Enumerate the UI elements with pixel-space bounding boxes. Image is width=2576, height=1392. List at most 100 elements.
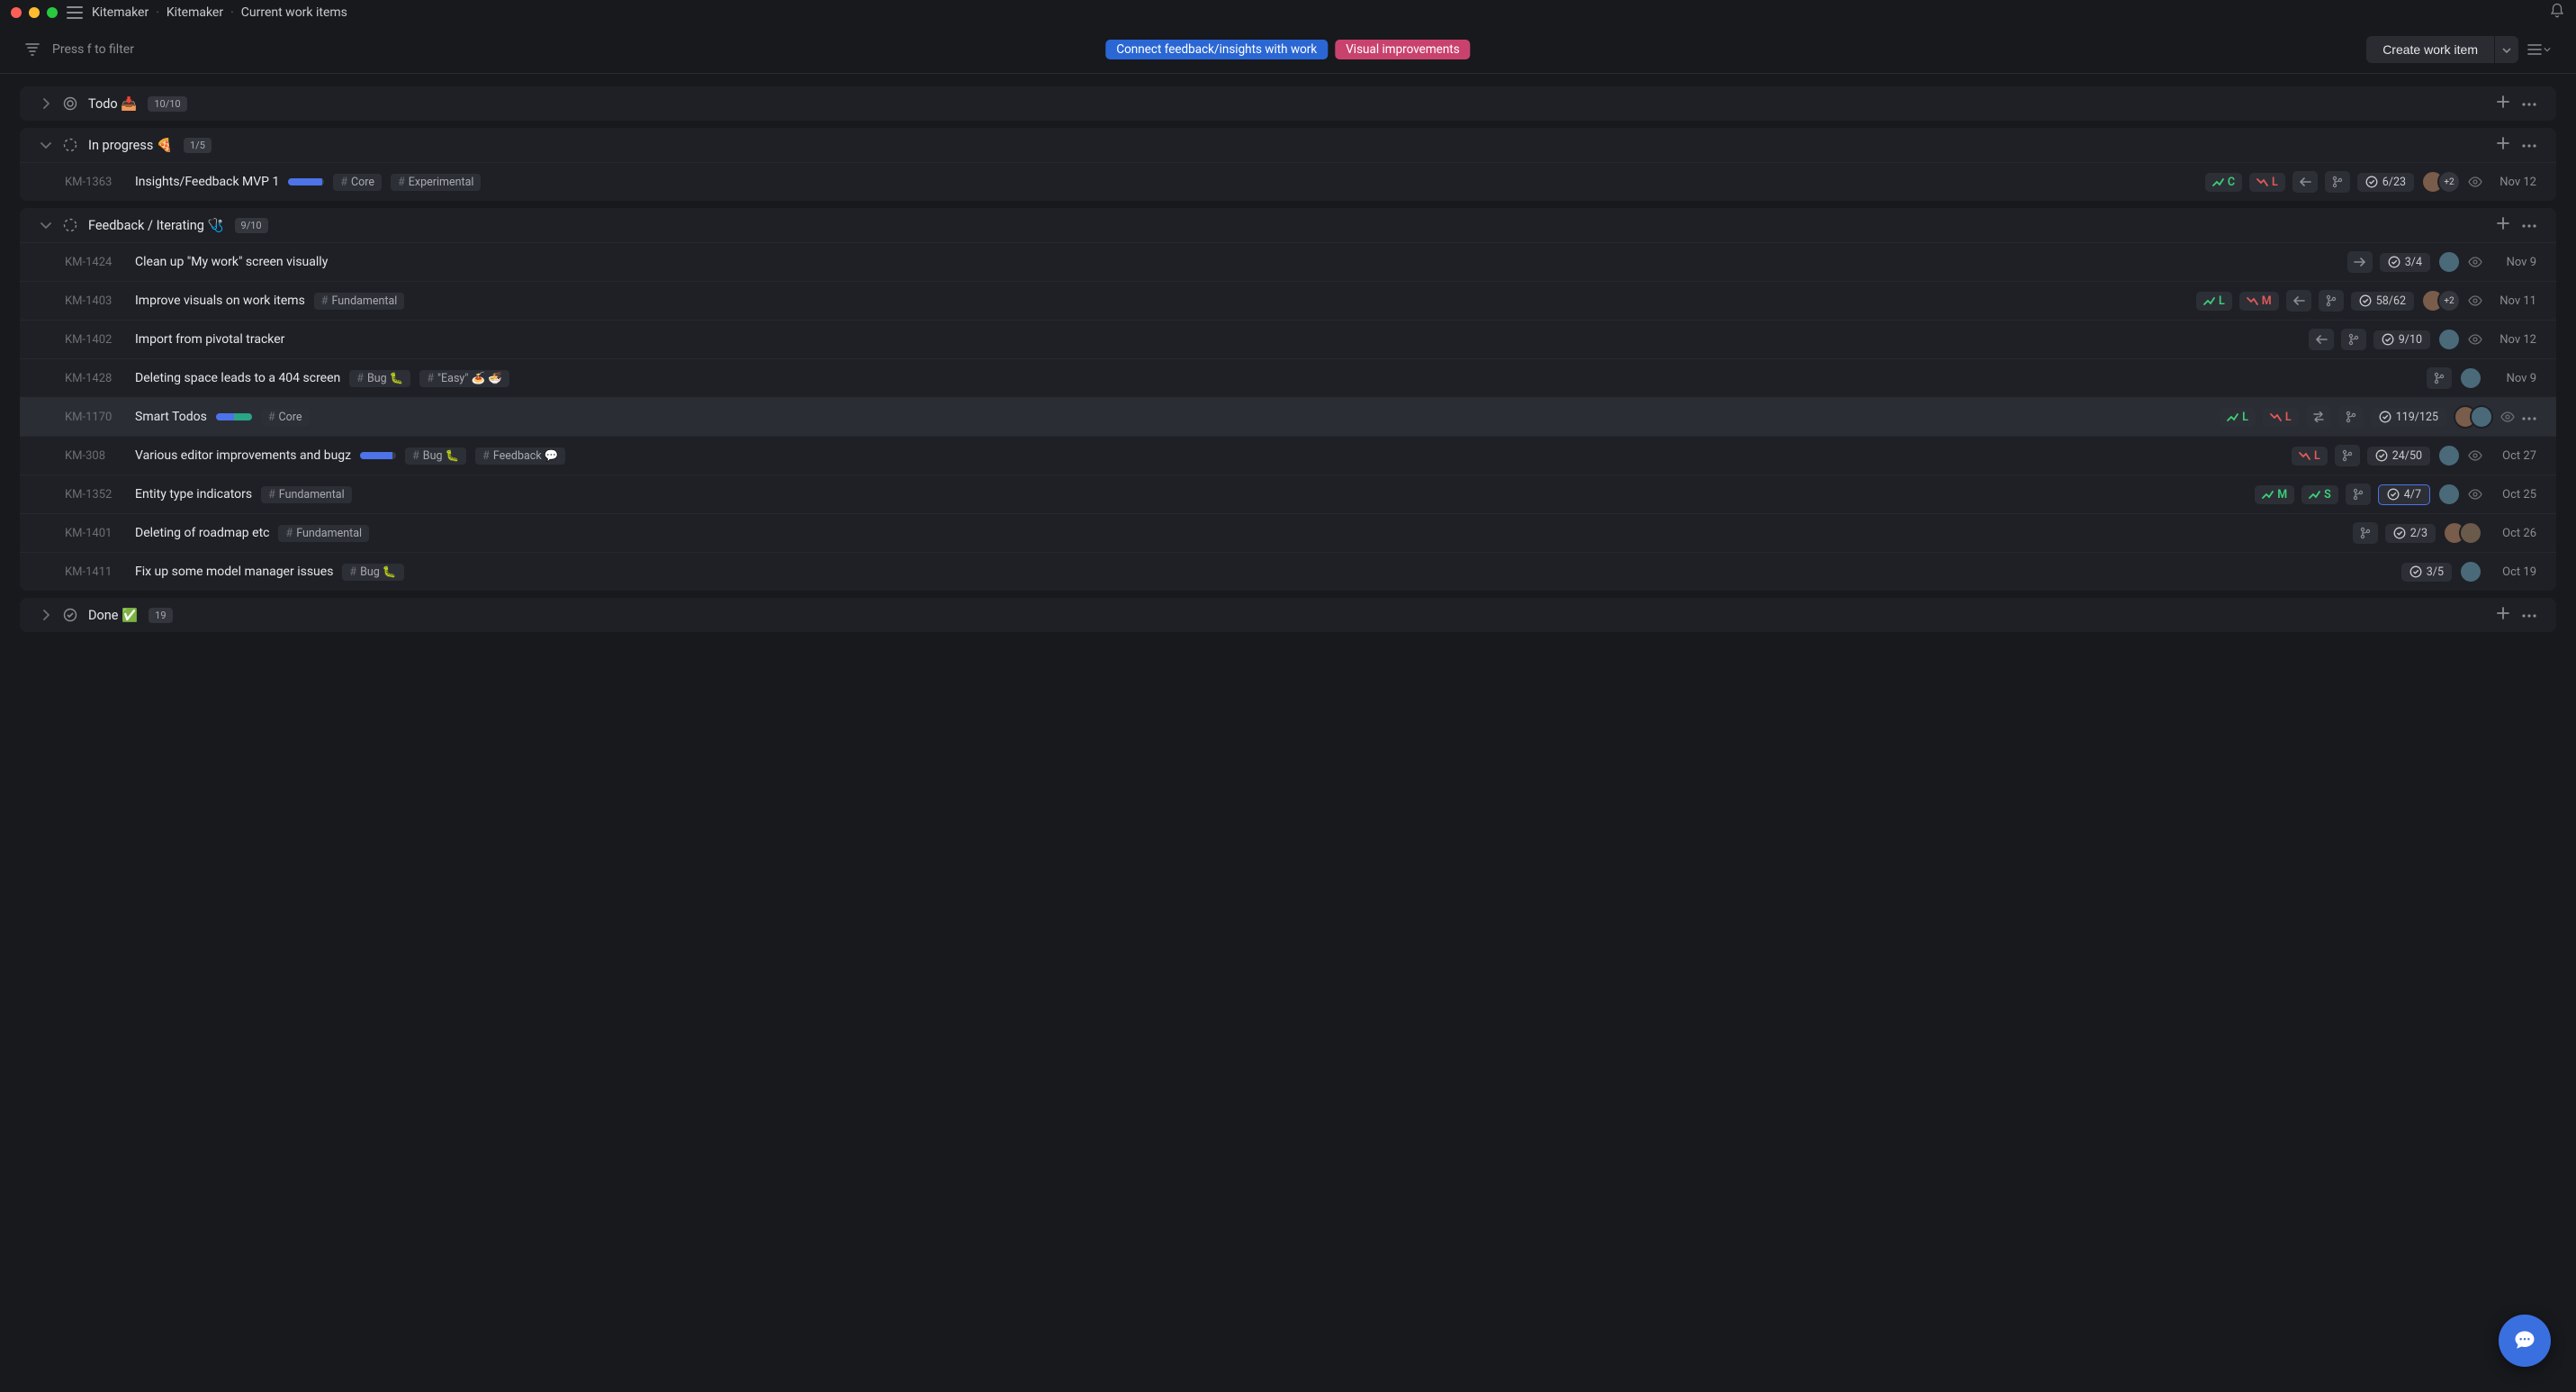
breadcrumb-item[interactable]: Current work items	[241, 5, 347, 20]
work-item-row[interactable]: KM-1402Import from pivotal tracker9/10No…	[20, 320, 2556, 358]
assignee-avatars[interactable]	[2437, 328, 2461, 351]
arrow-left-chip-icon[interactable]	[2292, 171, 2318, 193]
label-tag[interactable]: #Bug 🐛	[342, 564, 403, 581]
section-more-button[interactable]	[2522, 137, 2536, 153]
avatar[interactable]	[2437, 328, 2461, 351]
avatar[interactable]	[2459, 521, 2482, 545]
label-tag[interactable]: #Fundamental	[261, 486, 352, 503]
watch-icon[interactable]	[2468, 489, 2482, 500]
view-switcher-button[interactable]	[2527, 44, 2551, 55]
assignee-avatars[interactable]	[2459, 366, 2482, 390]
arrow-left-chip-icon[interactable]	[2309, 329, 2334, 350]
minimize-window-button[interactable]	[29, 7, 40, 18]
work-item-row[interactable]: KM-1363Insights/Feedback MVP 1#Core#Expe…	[20, 162, 2556, 201]
close-window-button[interactable]	[11, 7, 22, 18]
label-tag[interactable]: #Experimental	[391, 174, 481, 191]
impact-effort-chip[interactable]: M	[2239, 292, 2279, 311]
label-tag[interactable]: #Core	[261, 409, 310, 426]
assignee-avatars[interactable]	[2454, 405, 2493, 429]
work-item-row[interactable]: KM-1424Clean up "My work" screen visuall…	[20, 242, 2556, 281]
assignee-avatars[interactable]	[2459, 560, 2482, 583]
todo-count-chip[interactable]: 3/5	[2401, 563, 2452, 582]
work-item-row[interactable]: KM-1401Deleting of roadmap etc#Fundament…	[20, 513, 2556, 552]
section-header[interactable]: Done ✅19	[20, 598, 2556, 632]
watch-icon[interactable]	[2468, 450, 2482, 461]
watch-icon[interactable]	[2500, 411, 2515, 422]
todo-count-chip[interactable]: 9/10	[2373, 330, 2430, 349]
add-item-button[interactable]	[2497, 607, 2509, 623]
assignee-avatars[interactable]: +2	[2421, 289, 2461, 312]
impact-effort-chip[interactable]: C	[2205, 173, 2242, 192]
todo-count-chip[interactable]: 4/7	[2378, 484, 2430, 505]
work-item-row[interactable]: KM-308Various editor improvements and bu…	[20, 436, 2556, 475]
assignee-avatars[interactable]	[2437, 444, 2461, 467]
notifications-icon[interactable]	[2549, 3, 2565, 23]
todo-count-chip[interactable]: 24/50	[2367, 447, 2430, 466]
avatar[interactable]	[2437, 483, 2461, 506]
section-header[interactable]: Todo 📥10/10	[20, 86, 2556, 121]
assignee-avatars[interactable]	[2437, 250, 2461, 274]
avatar-overflow[interactable]: +2	[2437, 170, 2461, 194]
create-dropdown-button[interactable]	[2494, 36, 2518, 63]
breadcrumb-item[interactable]: Kitemaker	[92, 5, 149, 20]
section-more-button[interactable]	[2522, 217, 2536, 233]
assignee-avatars[interactable]	[2443, 521, 2482, 545]
impact-effort-chip[interactable]: L	[2196, 292, 2232, 311]
breadcrumb-item[interactable]: Kitemaker	[167, 5, 223, 20]
label-tag[interactable]: #"Easy" 🍝 🍜	[419, 370, 509, 387]
section-more-button[interactable]	[2522, 95, 2536, 112]
work-item-row[interactable]: KM-1170Smart Todos#CoreLL119/125	[20, 397, 2556, 436]
todo-count-chip[interactable]: 119/125	[2371, 408, 2446, 427]
watch-icon[interactable]	[2468, 176, 2482, 187]
work-item-row[interactable]: KM-1411Fix up some model manager issues#…	[20, 552, 2556, 591]
impact-effort-chip[interactable]: L	[2249, 173, 2285, 192]
initiative-pill[interactable]: Connect feedback/insights with work	[1105, 40, 1328, 59]
section-header[interactable]: Feedback / Iterating 🩺9/10	[20, 208, 2556, 242]
avatar[interactable]	[2437, 250, 2461, 274]
impact-effort-chip[interactable]: M	[2255, 485, 2294, 504]
label-tag[interactable]: #Bug 🐛	[405, 447, 466, 465]
todo-count-chip[interactable]: 2/3	[2385, 524, 2436, 543]
work-item-row[interactable]: KM-1403Improve visuals on work items#Fun…	[20, 281, 2556, 320]
arrow-left-chip-icon[interactable]	[2286, 290, 2311, 312]
branch-chip-icon[interactable]	[2319, 290, 2344, 312]
arrow-right-chip-icon[interactable]	[2347, 251, 2373, 273]
label-tag[interactable]: #Feedback 💬	[475, 447, 565, 465]
avatar[interactable]	[2437, 444, 2461, 467]
branch-chip-icon[interactable]	[2335, 445, 2360, 466]
work-item-row[interactable]: KM-1352Entity type indicators#Fundamenta…	[20, 475, 2556, 513]
initiative-pill[interactable]: Visual improvements	[1335, 40, 1470, 59]
branch-chip-icon[interactable]	[2353, 522, 2378, 544]
hamburger-menu-icon[interactable]	[67, 6, 83, 19]
assignee-avatars[interactable]	[2437, 483, 2461, 506]
filter-icon[interactable]	[25, 43, 40, 56]
todo-count-chip[interactable]: 6/23	[2357, 173, 2414, 192]
todo-count-chip[interactable]: 58/62	[2351, 292, 2414, 311]
section-more-button[interactable]	[2522, 607, 2536, 623]
impact-effort-chip[interactable]: L	[2292, 447, 2328, 466]
watch-icon[interactable]	[2468, 295, 2482, 306]
row-more-button[interactable]	[2522, 410, 2536, 424]
assignee-avatars[interactable]: +2	[2421, 170, 2461, 194]
todo-count-chip[interactable]: 3/4	[2380, 253, 2430, 272]
chat-fab-button[interactable]	[2499, 1315, 2551, 1367]
branch-chip-icon[interactable]	[2341, 329, 2366, 350]
create-work-item-button[interactable]: Create work item	[2366, 36, 2494, 63]
label-tag[interactable]: #Fundamental	[278, 525, 369, 542]
add-item-button[interactable]	[2497, 137, 2509, 153]
label-tag[interactable]: #Fundamental	[314, 293, 405, 310]
branch-chip-icon[interactable]	[2338, 406, 2364, 428]
watch-icon[interactable]	[2468, 334, 2482, 345]
label-tag[interactable]: #Core	[333, 174, 382, 191]
branch-chip-icon[interactable]	[2427, 367, 2452, 389]
label-tag[interactable]: #Bug 🐛	[349, 370, 410, 387]
work-item-row[interactable]: KM-1428Deleting space leads to a 404 scr…	[20, 358, 2556, 397]
branch-chip-icon[interactable]	[2346, 484, 2371, 505]
branch-chip-icon[interactable]	[2325, 171, 2350, 193]
avatar[interactable]	[2470, 405, 2493, 429]
avatar[interactable]	[2459, 560, 2482, 583]
watch-icon[interactable]	[2468, 257, 2482, 267]
impact-effort-chip[interactable]: L	[2263, 408, 2299, 427]
add-item-button[interactable]	[2497, 217, 2509, 233]
avatar[interactable]	[2459, 366, 2482, 390]
